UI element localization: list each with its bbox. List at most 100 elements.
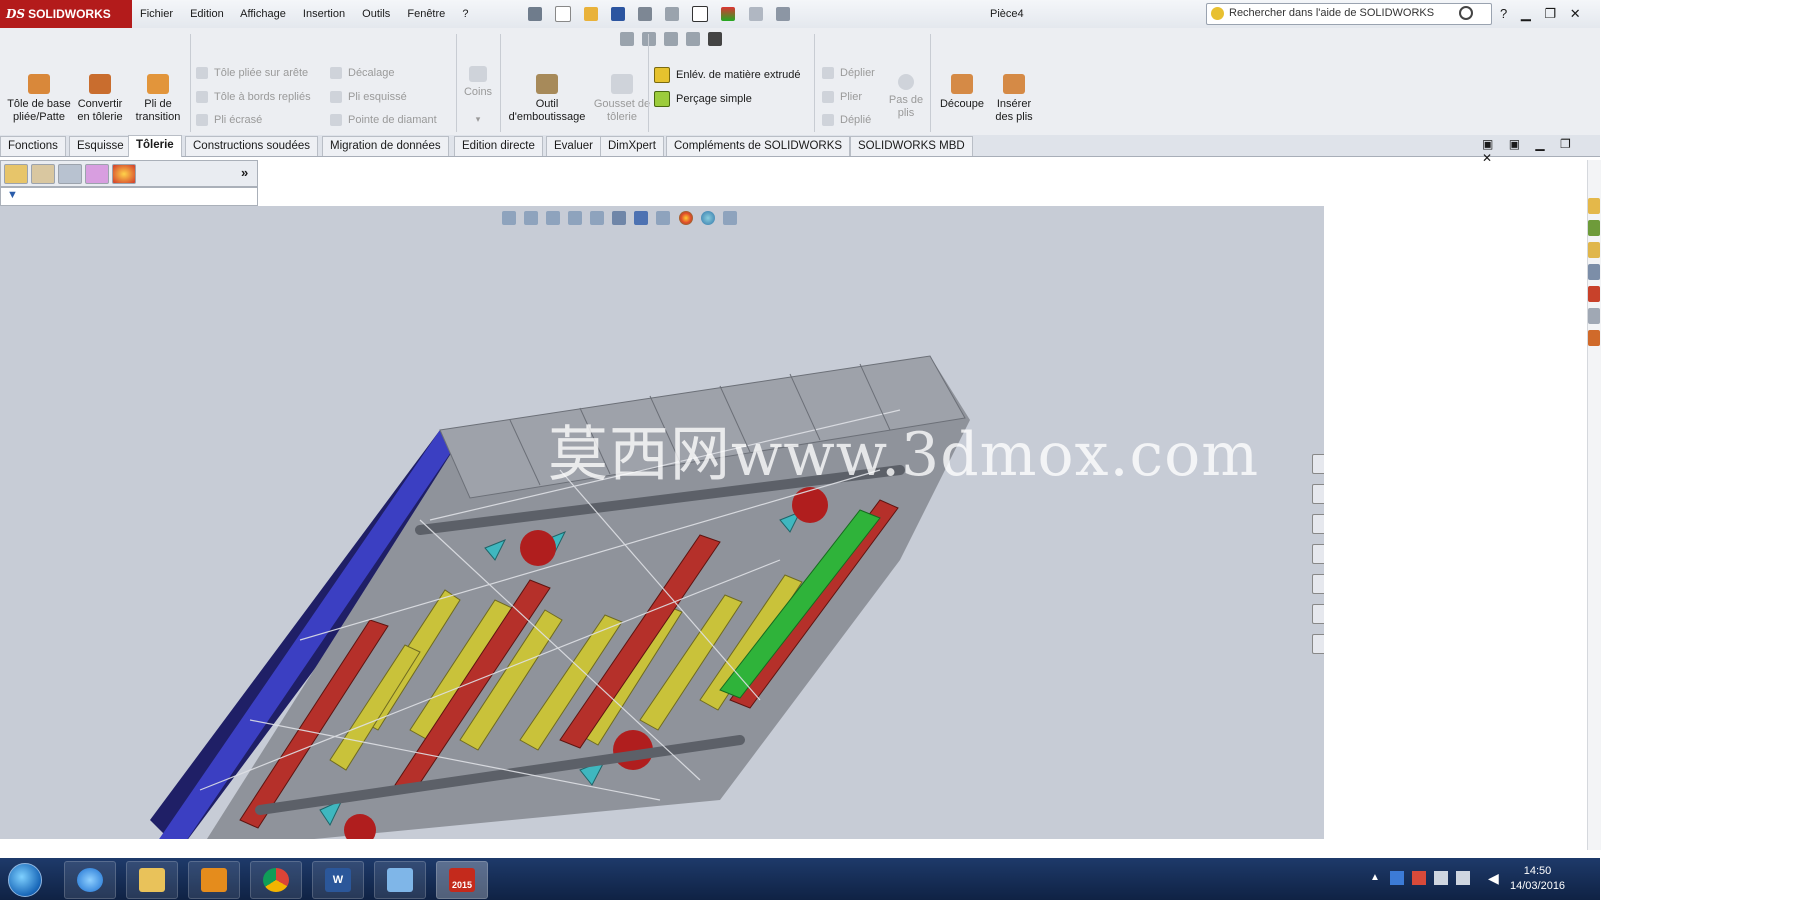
simple-hole-button[interactable]: Perçage simple <box>654 91 752 107</box>
forming-tool-button[interactable]: Outil d'emboutissage <box>504 74 590 123</box>
menu-outils[interactable]: Outils <box>362 8 390 20</box>
menu-fenetre[interactable]: Fenêtre <box>407 8 445 20</box>
view-palette-icon[interactable] <box>1588 286 1600 302</box>
gusset-button[interactable]: Gousset de tôlerie <box>592 74 652 123</box>
menu-fichier[interactable]: Fichier <box>140 8 173 20</box>
forum-icon[interactable] <box>1588 330 1600 346</box>
feature-tree-icon[interactable] <box>4 164 28 184</box>
base-flange-button[interactable]: Tôle de base pliée/Patte <box>6 74 72 123</box>
action-center-icon[interactable] <box>1412 871 1426 885</box>
convert-to-sheet-metal-button[interactable]: Convertir en tôlerie <box>72 74 128 123</box>
sketch-tool-icon[interactable] <box>686 32 701 46</box>
home-icon[interactable] <box>1312 454 1324 474</box>
select-cursor-icon[interactable] <box>692 6 709 22</box>
corners-dropdown-icon[interactable]: ▾ <box>460 113 496 126</box>
open-icon[interactable] <box>584 7 599 21</box>
tab-tolerie[interactable]: Tôlerie <box>128 135 182 157</box>
start-button[interactable] <box>8 863 42 897</box>
tab-dimxpert[interactable]: DimXpert <box>600 136 664 156</box>
dimxpert-manager-icon[interactable] <box>85 164 109 184</box>
taskbar-word[interactable]: W <box>312 861 364 899</box>
print-icon[interactable] <box>638 7 653 21</box>
forum-icon[interactable] <box>1312 634 1324 654</box>
rip-button[interactable]: Découpe <box>934 74 990 111</box>
tab-migration-donnees[interactable]: Migration de données <box>322 136 449 156</box>
cross-break-button[interactable]: Pointe de diamant <box>330 114 437 127</box>
menu-edition[interactable]: Edition <box>190 8 224 20</box>
close-icon[interactable]: ✕ <box>1570 6 1581 21</box>
options-icon[interactable] <box>775 7 790 21</box>
tab-mbd[interactable]: SOLIDWORKS MBD <box>850 136 973 156</box>
custom-properties-icon[interactable] <box>1312 604 1324 624</box>
property-manager-icon[interactable] <box>31 164 55 184</box>
sketch-tool-icon[interactable] <box>708 32 723 46</box>
lofted-bend-button[interactable]: Pli de transition <box>130 74 186 123</box>
system-clock[interactable]: 14:50 14/03/2016 <box>1510 864 1565 894</box>
pin-icon[interactable] <box>528 7 542 21</box>
restore-icon[interactable]: ❐ <box>1544 6 1556 21</box>
sketch-tool-icon[interactable] <box>664 32 679 46</box>
save-icon[interactable] <box>611 7 626 21</box>
volume-icon[interactable]: ◀ <box>1488 870 1499 887</box>
sketch-tool-icon[interactable] <box>620 32 634 46</box>
expand-panel-icon[interactable]: » <box>241 165 248 180</box>
search-icon[interactable] <box>1459 6 1473 20</box>
unfold-button[interactable]: Déplier <box>822 67 875 80</box>
tab-esquisse[interactable]: Esquisse <box>69 136 132 156</box>
filter-icon[interactable]: ▼ <box>7 189 18 201</box>
insert-bends-button[interactable]: Insérer des plis <box>990 74 1038 123</box>
corners-button[interactable]: Coins ▾ <box>460 66 496 125</box>
taskbar-solidworks[interactable]: 2015 <box>436 861 488 899</box>
graphics-viewport[interactable]: 莫西网www.3dmox.com <box>0 206 1324 839</box>
no-bends-button[interactable]: Pas de plis <box>886 74 926 119</box>
fold-button[interactable]: Plier <box>822 91 862 104</box>
help-search-box[interactable]: Rechercher dans l'aide de SOLIDWORKS <box>1206 3 1492 25</box>
design-library-icon[interactable] <box>1312 514 1324 534</box>
minimize-icon[interactable]: ▁ <box>1535 137 1544 151</box>
menu-help[interactable]: ? <box>462 8 468 20</box>
windows-flag-icon[interactable] <box>1390 871 1404 885</box>
tab-complements[interactable]: Compléments de SOLIDWORKS <box>666 136 851 156</box>
extruded-cut-button[interactable]: Enlév. de matière extrudé <box>654 67 801 83</box>
rebuild-icon[interactable] <box>721 7 736 21</box>
close-icon[interactable]: ✕ <box>1482 151 1492 165</box>
home-icon[interactable] <box>1588 198 1600 214</box>
sketched-bend-button[interactable]: Pli esquissé <box>330 91 407 104</box>
tile-icon[interactable]: ▣ <box>1482 137 1493 151</box>
new-document-icon[interactable] <box>555 6 572 22</box>
hem-button[interactable]: Pli écrasé <box>196 114 262 127</box>
resources-icon[interactable] <box>1588 220 1600 236</box>
restore-icon[interactable]: ❐ <box>1560 137 1571 151</box>
view-palette-icon[interactable] <box>1312 574 1324 594</box>
signal-icon[interactable] <box>1456 871 1470 885</box>
network-icon[interactable] <box>1434 871 1448 885</box>
minimize-icon[interactable]: ▁ <box>1521 6 1531 21</box>
taskbar-notes[interactable] <box>374 861 426 899</box>
taskbar-explorer[interactable] <box>126 861 178 899</box>
resources-icon[interactable] <box>1312 484 1324 504</box>
solidworks-logo[interactable]: DS SOLIDWORKS <box>0 0 132 28</box>
sketch-tool-icon[interactable] <box>642 32 657 46</box>
help-icon[interactable]: ? <box>1500 6 1507 21</box>
menu-affichage[interactable]: Affichage <box>240 8 286 20</box>
tab-edition-directe[interactable]: Edition directe <box>454 136 543 156</box>
sheet-metal-model[interactable] <box>0 206 1324 839</box>
file-explorer-icon[interactable] <box>1588 264 1600 280</box>
tab-constructions-soudees[interactable]: Constructions soudées <box>185 136 318 156</box>
file-properties-icon[interactable] <box>748 7 763 21</box>
display-manager-icon[interactable] <box>112 164 136 184</box>
flatten-button[interactable]: Déplié <box>822 114 871 127</box>
tab-evaluer[interactable]: Evaluer <box>546 136 601 156</box>
custom-properties-icon[interactable] <box>1588 308 1600 324</box>
taskbar-internet-explorer[interactable] <box>64 861 116 899</box>
cascade-icon[interactable]: ▣ <box>1509 137 1520 151</box>
miter-flange-button[interactable]: Tôle à bords repliés <box>196 91 311 104</box>
design-library-icon[interactable] <box>1588 242 1600 258</box>
show-hidden-icons-icon[interactable]: ▲ <box>1370 872 1380 883</box>
tab-fonctions[interactable]: Fonctions <box>0 136 66 156</box>
undo-icon[interactable] <box>665 7 680 21</box>
feature-filter-bar[interactable]: ▼ <box>0 187 258 206</box>
taskbar-media-player[interactable] <box>188 861 240 899</box>
file-explorer-icon[interactable] <box>1312 544 1324 564</box>
jog-button[interactable]: Décalage <box>330 67 394 80</box>
